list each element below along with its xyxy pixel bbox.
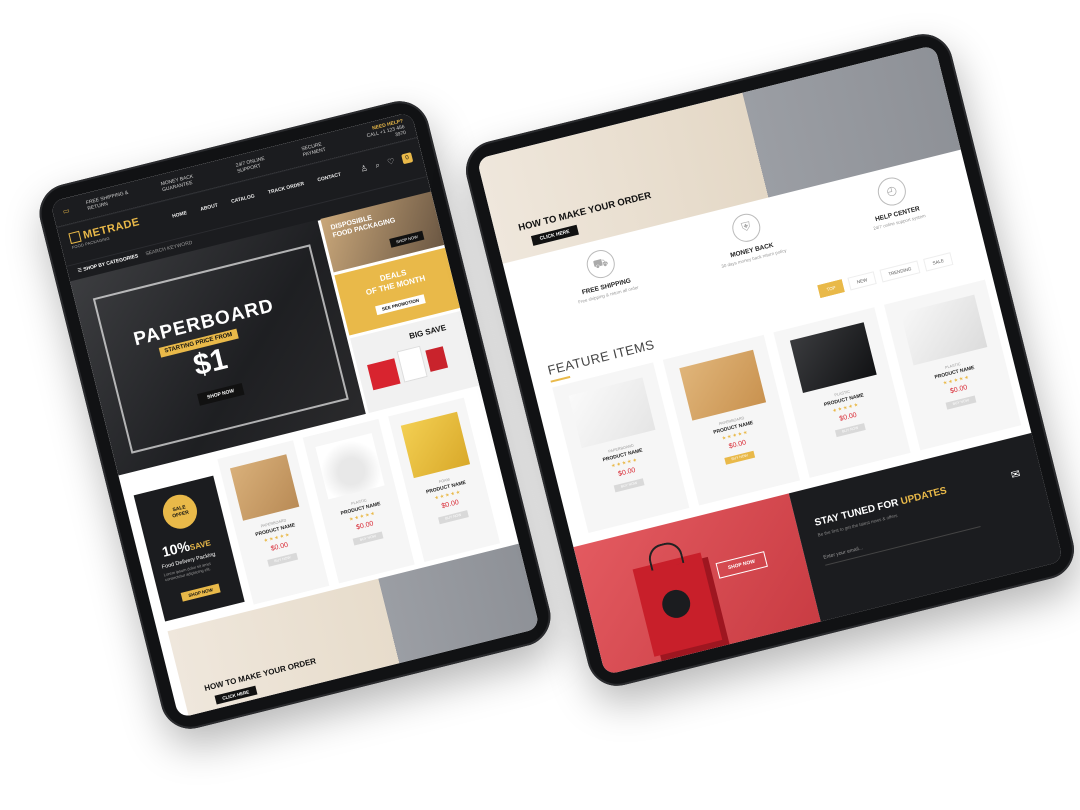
- newsletter-title: STAY TUNED FOR UPDATES: [814, 485, 948, 529]
- truck-icon: ⛟: [583, 247, 618, 282]
- heart-icon[interactable]: ♡: [386, 157, 395, 168]
- nav-item-about[interactable]: ABOUT: [200, 203, 219, 213]
- nav-item-home[interactable]: HOME: [172, 210, 188, 219]
- buy-now-button[interactable]: BUY NOW: [267, 552, 299, 567]
- buy-now-button[interactable]: BUY NOW: [724, 450, 756, 465]
- banner-shop-now-button[interactable]: SHOP NOW: [715, 551, 768, 579]
- see-promotion-button[interactable]: SEE PROMOTION: [375, 294, 426, 316]
- left-tablet-screen: ▭ FREE SHIPPING & RETURN MONEY BACK GUAR…: [50, 111, 540, 719]
- tab-trending[interactable]: TRENDING: [879, 260, 921, 283]
- product-image: [396, 345, 428, 383]
- newsletter-highlight: UPDATES: [899, 485, 948, 508]
- product-image: [400, 411, 471, 479]
- nav-item-catalog[interactable]: CATALOG: [231, 193, 256, 205]
- tab-new[interactable]: NEW: [847, 271, 877, 291]
- product-image: [789, 322, 877, 394]
- buy-now-button[interactable]: BUY NOW: [945, 395, 977, 410]
- mail-icon[interactable]: ✉: [1010, 467, 1022, 482]
- tab-sale[interactable]: SALE: [923, 252, 954, 272]
- shopping-bag-image: [632, 539, 723, 657]
- order-banner-title: HOW TO MAKE YOUR ORDER: [517, 190, 653, 234]
- product-image: [425, 346, 449, 372]
- header-icons: ♙ ⌕ ♡ 0: [360, 152, 414, 174]
- nav-item-contact[interactable]: CONTACT: [317, 172, 342, 184]
- secure-text: SECURE PAYMENT: [300, 141, 327, 159]
- bag-logo-icon: [659, 586, 694, 621]
- buy-now-button[interactable]: BUY NOW: [438, 510, 469, 525]
- order-banner-title: HOW TO MAKE YOUR ORDER: [203, 656, 317, 693]
- sale-badge: SALE OFFER: [159, 491, 201, 533]
- big-save-title: BIG SAVE: [408, 323, 448, 341]
- search-icon[interactable]: ⌕: [374, 160, 381, 171]
- product-image: [229, 454, 300, 521]
- bag-handle: [645, 539, 685, 571]
- product-card[interactable]: PLASTIC PRODUCT NAME ★★★★★ $0.00 BUY NOW: [884, 279, 1022, 451]
- buy-now-button[interactable]: BUY NOW: [352, 531, 384, 546]
- product-image: [367, 358, 401, 391]
- product-image: [900, 294, 988, 366]
- right-tablet: HOW TO MAKE YOUR ORDER CLICK HERE ⛟ FREE…: [459, 27, 1080, 693]
- buy-now-button[interactable]: BUY NOW: [834, 423, 866, 438]
- product-image: [679, 349, 767, 421]
- product-image: [568, 377, 656, 449]
- site-logo[interactable]: METRADE FOOD PACKAGING: [68, 216, 142, 250]
- promo-percent-value: 10%: [160, 537, 192, 560]
- nav-item-track-order[interactable]: TRACK ORDER: [268, 181, 305, 196]
- right-tablet-screen: HOW TO MAKE YOUR ORDER CLICK HERE ⛟ FREE…: [476, 44, 1064, 676]
- side-banner-1-button[interactable]: SHOP NOW: [389, 230, 425, 248]
- cart-icon[interactable]: 0: [401, 152, 414, 165]
- promo-shop-now-button[interactable]: SHOP NOW: [180, 583, 221, 602]
- heading-underline: [550, 375, 571, 383]
- product-image: [315, 432, 385, 500]
- truck-icon: ▭: [62, 207, 71, 216]
- clock-24-icon: ◴: [874, 174, 909, 209]
- side-banner-1-text: DISPOSIBLE FOOD PACKAGING: [330, 209, 396, 240]
- tab-top[interactable]: TOP: [817, 279, 845, 298]
- user-icon[interactable]: ♙: [360, 163, 369, 174]
- promo-save-label: SAVE: [188, 538, 212, 553]
- shield-icon: ⛨: [729, 210, 764, 245]
- buy-now-button[interactable]: BUY NOW: [613, 478, 645, 493]
